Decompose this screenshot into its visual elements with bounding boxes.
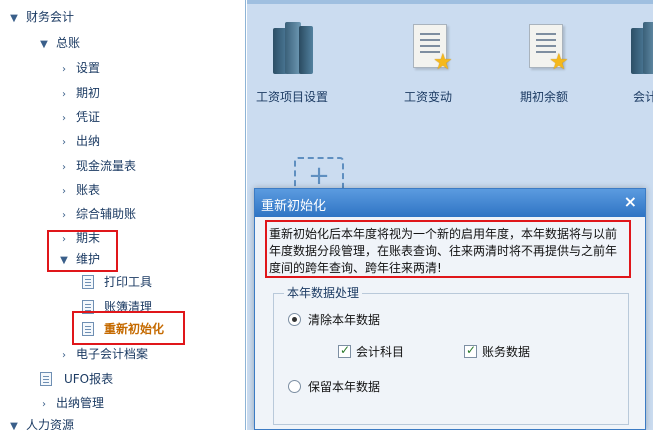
chevron-down-icon: ▼ <box>10 421 18 430</box>
tree-item-cash-flow-statement[interactable]: › 现金流量表 <box>58 155 136 177</box>
tree-item-voucher[interactable]: › 凭证 <box>58 106 100 128</box>
tree-item-settings[interactable]: › 设置 <box>58 57 100 79</box>
document-icon <box>82 275 94 289</box>
tree-item-print-tool[interactable]: 打印工具 <box>82 271 152 293</box>
reinitialize-dialog: 重新初始化 × 重新初始化后本年度将视为一个新的启用年度，本年数据将与以前年度数… <box>254 188 646 430</box>
chevron-down-icon: ▼ <box>40 39 48 50</box>
tile-salary-item-settings[interactable]: 工资项目设置 <box>247 0 337 110</box>
tree-item-label: UFO报表 <box>64 372 114 386</box>
tree-item-label: 设置 <box>76 61 101 75</box>
tree-item-label: 总账 <box>56 36 81 50</box>
tree-item-label: 期初 <box>76 86 101 100</box>
tree-item-cashier-management[interactable]: › 出纳管理 <box>38 392 104 414</box>
star-icon: ★ <box>549 50 569 75</box>
tile-label: 会计 <box>633 90 653 104</box>
tree-item-reports[interactable]: › 账表 <box>58 179 100 201</box>
tree-item-label: 打印工具 <box>104 275 153 289</box>
tree-item-general-ledger[interactable]: ▼ 总账 <box>38 32 80 54</box>
chevron-right-icon: › <box>62 210 66 221</box>
group-title: 本年数据处理 <box>284 286 363 301</box>
tree-item-electronic-archive[interactable]: › 电子会计档案 <box>58 343 148 365</box>
tree-item-cashier[interactable]: › 出纳 <box>58 130 100 152</box>
tree-item-opening[interactable]: › 期初 <box>58 82 100 104</box>
chevron-right-icon: › <box>62 350 66 361</box>
navigation-tree: ▼ 财务会计 ▼ 总账 › 设置 › 期初 › 凭证 › 出纳 › 现金流量表 › 账表 › 综合… <box>0 0 246 430</box>
account-data-checkbox[interactable] <box>464 343 477 358</box>
tree-item-financial-accounting[interactable]: ▼ 财务会计 <box>8 6 74 28</box>
keep-data-radio[interactable] <box>288 380 301 393</box>
chevron-down-icon: ▼ <box>10 13 18 24</box>
tree-item-human-resources[interactable]: ▼ 人力资源 <box>8 414 74 430</box>
tile-accounting[interactable]: 会计 <box>603 0 653 110</box>
chevron-right-icon: › <box>62 186 66 197</box>
highlight-box-reinitialize <box>72 311 185 345</box>
clear-data-label: 清除本年数据 <box>308 313 381 327</box>
books-icon <box>631 22 653 74</box>
dialog-title-bar[interactable]: 重新初始化 × <box>255 189 645 217</box>
tree-item-auxiliary-accounts[interactable]: › 综合辅助账 <box>58 203 136 225</box>
chevron-right-icon: › <box>62 113 66 124</box>
highlight-box-message <box>265 220 631 278</box>
tile-label: 工资变动 <box>403 90 452 104</box>
highlight-box-maintenance <box>47 230 118 272</box>
keep-data-label: 保留本年数据 <box>308 380 381 394</box>
dialog-title: 重新初始化 <box>261 199 327 214</box>
tile-salary-change[interactable]: ★ 工资变动 <box>383 0 473 110</box>
tile-opening-balance[interactable]: ★ 期初余额 <box>499 0 589 110</box>
report-icon <box>40 372 52 386</box>
close-icon[interactable]: × <box>624 193 637 211</box>
chevron-right-icon: › <box>62 162 66 173</box>
tree-item-ufo-reports[interactable]: UFO报表 <box>40 368 113 390</box>
tree-item-label: 出纳管理 <box>56 396 105 410</box>
accounting-subjects-label: 会计科目 <box>356 345 405 359</box>
tree-item-label: 出纳 <box>76 134 101 148</box>
tree-item-label: 电子会计档案 <box>76 347 149 361</box>
tree-item-label: 账表 <box>76 183 101 197</box>
tree-item-label: 人力资源 <box>26 418 75 430</box>
tree-item-label: 财务会计 <box>26 10 75 24</box>
accounting-subjects-checkbox[interactable] <box>338 343 351 358</box>
tree-item-label: 凭证 <box>76 110 101 124</box>
chevron-right-icon: › <box>42 399 46 410</box>
tree-item-label: 现金流量表 <box>76 159 137 173</box>
tree-item-label: 综合辅助账 <box>76 207 137 221</box>
clear-data-radio[interactable] <box>288 313 301 326</box>
chevron-right-icon: › <box>62 89 66 100</box>
tile-label: 期初余额 <box>519 90 568 104</box>
account-data-label: 账务数据 <box>482 345 531 359</box>
chevron-right-icon: › <box>62 137 66 148</box>
chevron-right-icon: › <box>62 64 66 75</box>
star-icon: ★ <box>433 50 453 75</box>
books-icon <box>273 22 313 74</box>
current-year-data-group: 本年数据处理 清除本年数据 会计科目 账务数据 保留本年数据 <box>273 286 629 425</box>
plus-icon: + <box>308 161 330 191</box>
tile-label: 工资项目设置 <box>255 90 328 104</box>
